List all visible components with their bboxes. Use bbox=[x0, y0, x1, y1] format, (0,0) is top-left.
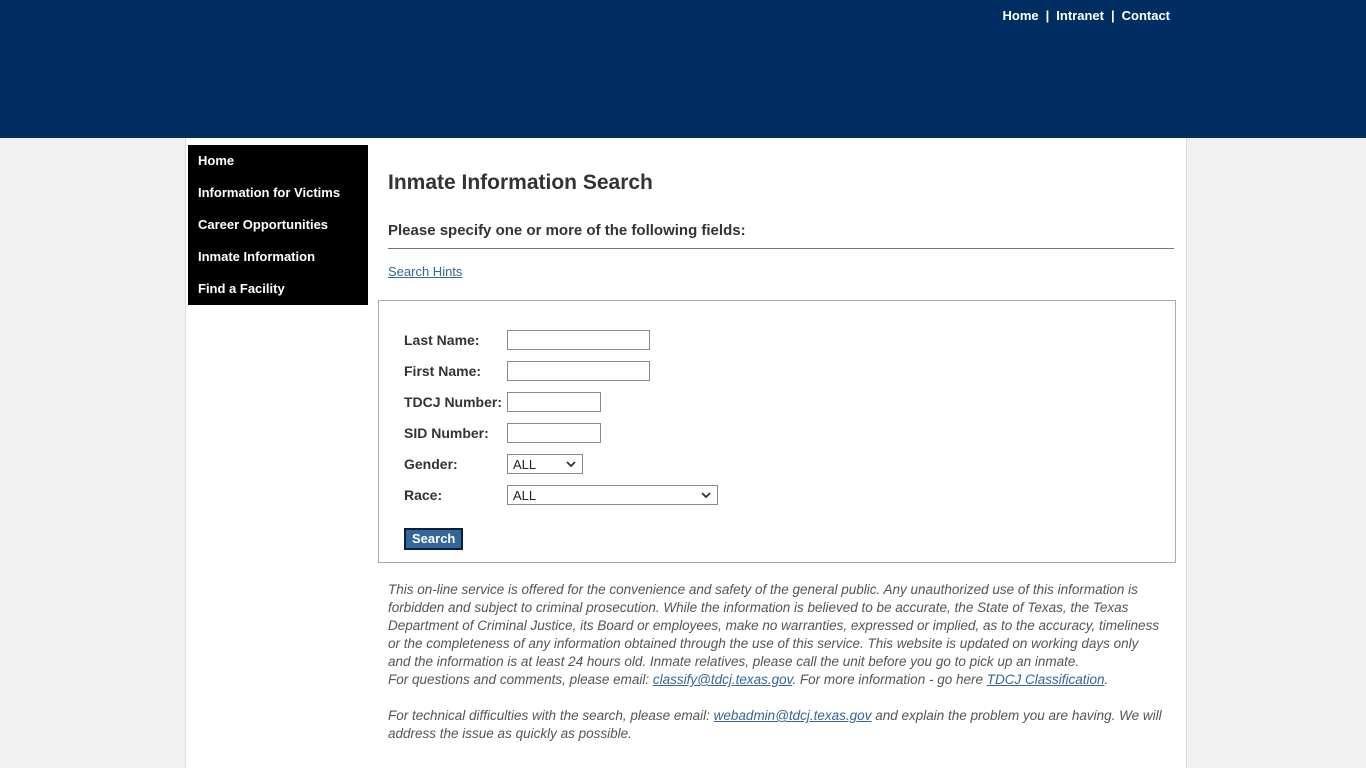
nav-link-contact[interactable]: Contact bbox=[1122, 8, 1170, 23]
search-hints-link[interactable]: Search Hints bbox=[388, 264, 462, 279]
questions-text: For questions and comments, please email… bbox=[388, 672, 653, 687]
form-row-tdcj-number: TDCJ Number: bbox=[404, 392, 1175, 412]
questions-text-mid: . For more information - go here bbox=[792, 672, 986, 687]
disclaimer-text: This on-line service is offered for the … bbox=[388, 581, 1163, 743]
race-label: Race: bbox=[404, 487, 507, 503]
form-row-race: Race: ALL bbox=[404, 485, 1175, 505]
chevron-down-icon bbox=[701, 492, 711, 498]
sidebar-item-home[interactable]: Home bbox=[188, 153, 368, 169]
site-header: Home | Intranet | Contact bbox=[0, 0, 1366, 138]
top-nav: Home | Intranet | Contact bbox=[1003, 8, 1170, 23]
search-button[interactable]: Search bbox=[404, 528, 463, 550]
race-select[interactable]: ALL bbox=[507, 485, 718, 505]
sidebar-item-find-a-facility[interactable]: Find a Facility bbox=[188, 281, 368, 297]
form-row-sid-number: SID Number: bbox=[404, 423, 1175, 443]
questions-text-suffix: . bbox=[1105, 672, 1109, 687]
last-name-label: Last Name: bbox=[404, 332, 507, 348]
sidebar-menu: Home Information for Victims Career Oppo… bbox=[188, 145, 368, 305]
form-row-gender: Gender: ALL bbox=[404, 454, 1175, 474]
form-instructions: Please specify one or more of the follow… bbox=[388, 222, 1174, 249]
nav-separator: | bbox=[1111, 8, 1115, 23]
form-row-last-name: Last Name: bbox=[404, 330, 1175, 350]
nav-separator: | bbox=[1046, 8, 1050, 23]
tdcj-classification-link[interactable]: TDCJ Classification bbox=[987, 672, 1105, 687]
sidebar-item-career-opportunities[interactable]: Career Opportunities bbox=[188, 217, 368, 233]
gender-select[interactable]: ALL bbox=[507, 454, 583, 474]
sid-number-label: SID Number: bbox=[404, 425, 507, 441]
webadmin-email-link[interactable]: webadmin@tdcj.texas.gov bbox=[714, 708, 872, 723]
tech-text-prefix: For technical difficulties with the sear… bbox=[388, 708, 714, 723]
gender-select-value: ALL bbox=[513, 457, 536, 472]
disclaimer-body: This on-line service is offered for the … bbox=[388, 582, 1159, 669]
tdcj-number-input[interactable] bbox=[507, 392, 601, 412]
technical-difficulties-note: For technical difficulties with the sear… bbox=[388, 707, 1163, 743]
form-row-first-name: First Name: bbox=[404, 361, 1175, 381]
last-name-input[interactable] bbox=[507, 330, 650, 350]
sidebar-item-information-for-victims[interactable]: Information for Victims bbox=[188, 185, 368, 201]
search-form: Last Name: First Name: TDCJ Number: SID … bbox=[378, 300, 1176, 563]
first-name-label: First Name: bbox=[404, 363, 507, 379]
race-select-value: ALL bbox=[513, 488, 536, 503]
main-column: Inmate Information Search Please specify… bbox=[388, 138, 1174, 743]
classify-email-link[interactable]: classify@tdcj.texas.gov bbox=[653, 672, 793, 687]
chevron-down-icon bbox=[566, 461, 576, 467]
tdcj-number-label: TDCJ Number: bbox=[404, 394, 507, 410]
page-title: Inmate Information Search bbox=[388, 171, 1174, 195]
nav-link-home[interactable]: Home bbox=[1003, 8, 1039, 23]
first-name-input[interactable] bbox=[507, 361, 650, 381]
sidebar-item-inmate-information[interactable]: Inmate Information bbox=[188, 249, 368, 265]
nav-link-intranet[interactable]: Intranet bbox=[1056, 8, 1104, 23]
sid-number-input[interactable] bbox=[507, 423, 601, 443]
content-wrapper: Home Information for Victims Career Oppo… bbox=[185, 138, 1187, 768]
gender-label: Gender: bbox=[404, 456, 507, 472]
